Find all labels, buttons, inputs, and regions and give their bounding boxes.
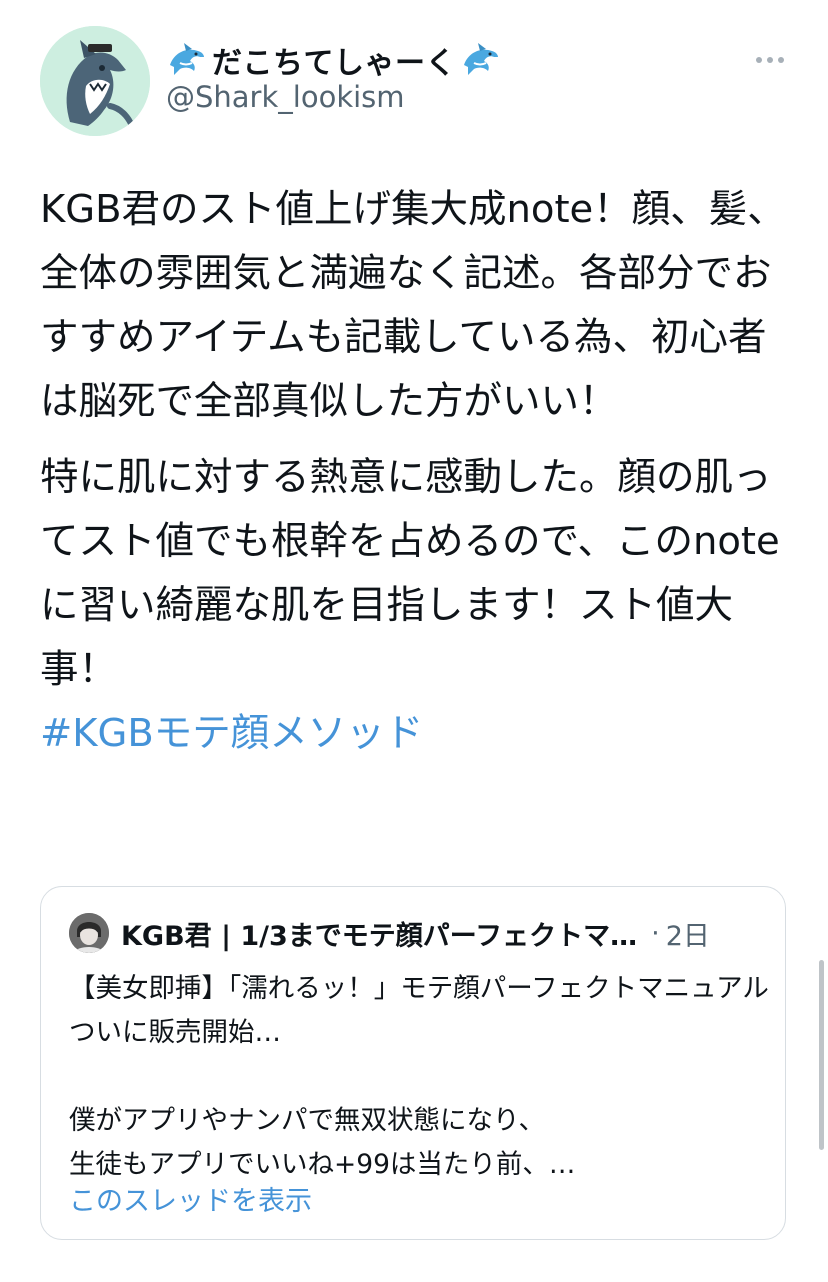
author-name-row[interactable]: だこちてしゃーく <box>166 38 502 82</box>
tweet-paragraph-text: 特に肌に対する熱意に感動した。顔の肌ってスト値でも根幹を占めるので、このnote… <box>40 455 780 692</box>
quoted-author-name: KGB君 | 1/3までモテ顔パーフェクトマ… <box>121 920 638 952</box>
quoted-tweet-header: KGB君 | 1/3までモテ顔パーフェクトマ… · 2日 <box>121 913 761 953</box>
quoted-tweet-card[interactable]: KGB君 | 1/3までモテ顔パーフェクトマ… · 2日 【美女即挿】「濡れるッ… <box>40 886 786 1240</box>
scrollbar[interactable] <box>819 960 824 1150</box>
tweet-paragraph: KGB君のスト値上げ集大成note！顔、髪、全体の雰囲気と満遍なく記述。各部分で… <box>40 187 786 424</box>
tweet-paragraph: 特に肌に対する熱意に感動した。顔の肌ってスト値でも根幹を占めるので、このnote… <box>40 446 788 766</box>
author-handle[interactable]: @Shark_lookism <box>166 80 405 114</box>
show-thread-link[interactable]: このスレッドを表示 <box>69 1179 312 1218</box>
person-avatar-icon <box>69 913 109 953</box>
more-horizontal-icon[interactable] <box>748 48 792 72</box>
tweet-text: KGB君のスト値上げ集大成note！顔、髪、全体の雰囲気と満遍なく記述。各部分で… <box>40 178 788 766</box>
quoted-author-avatar <box>69 913 109 953</box>
separator-dot: · <box>651 917 660 949</box>
quoted-tweet-text: 【美女即挿】「濡れるッ！」モテ顔パーフェクトマニュアルついに販売開始… 僕がアプ… <box>69 973 769 1180</box>
dolphin-icon <box>170 43 204 75</box>
hashtag-link[interactable]: #KGBモテ顔メソッド <box>40 702 788 766</box>
shark-avatar-icon <box>40 26 150 136</box>
author-avatar[interactable] <box>40 26 150 136</box>
dolphin-icon <box>464 43 498 75</box>
author-display-name: だこちてしゃーく <box>212 46 456 81</box>
quoted-timestamp: 2日 <box>665 920 710 952</box>
tweet: だこちてしゃーく @Shark_lookism KGB君のスト値上げ集大成not… <box>0 0 828 1282</box>
